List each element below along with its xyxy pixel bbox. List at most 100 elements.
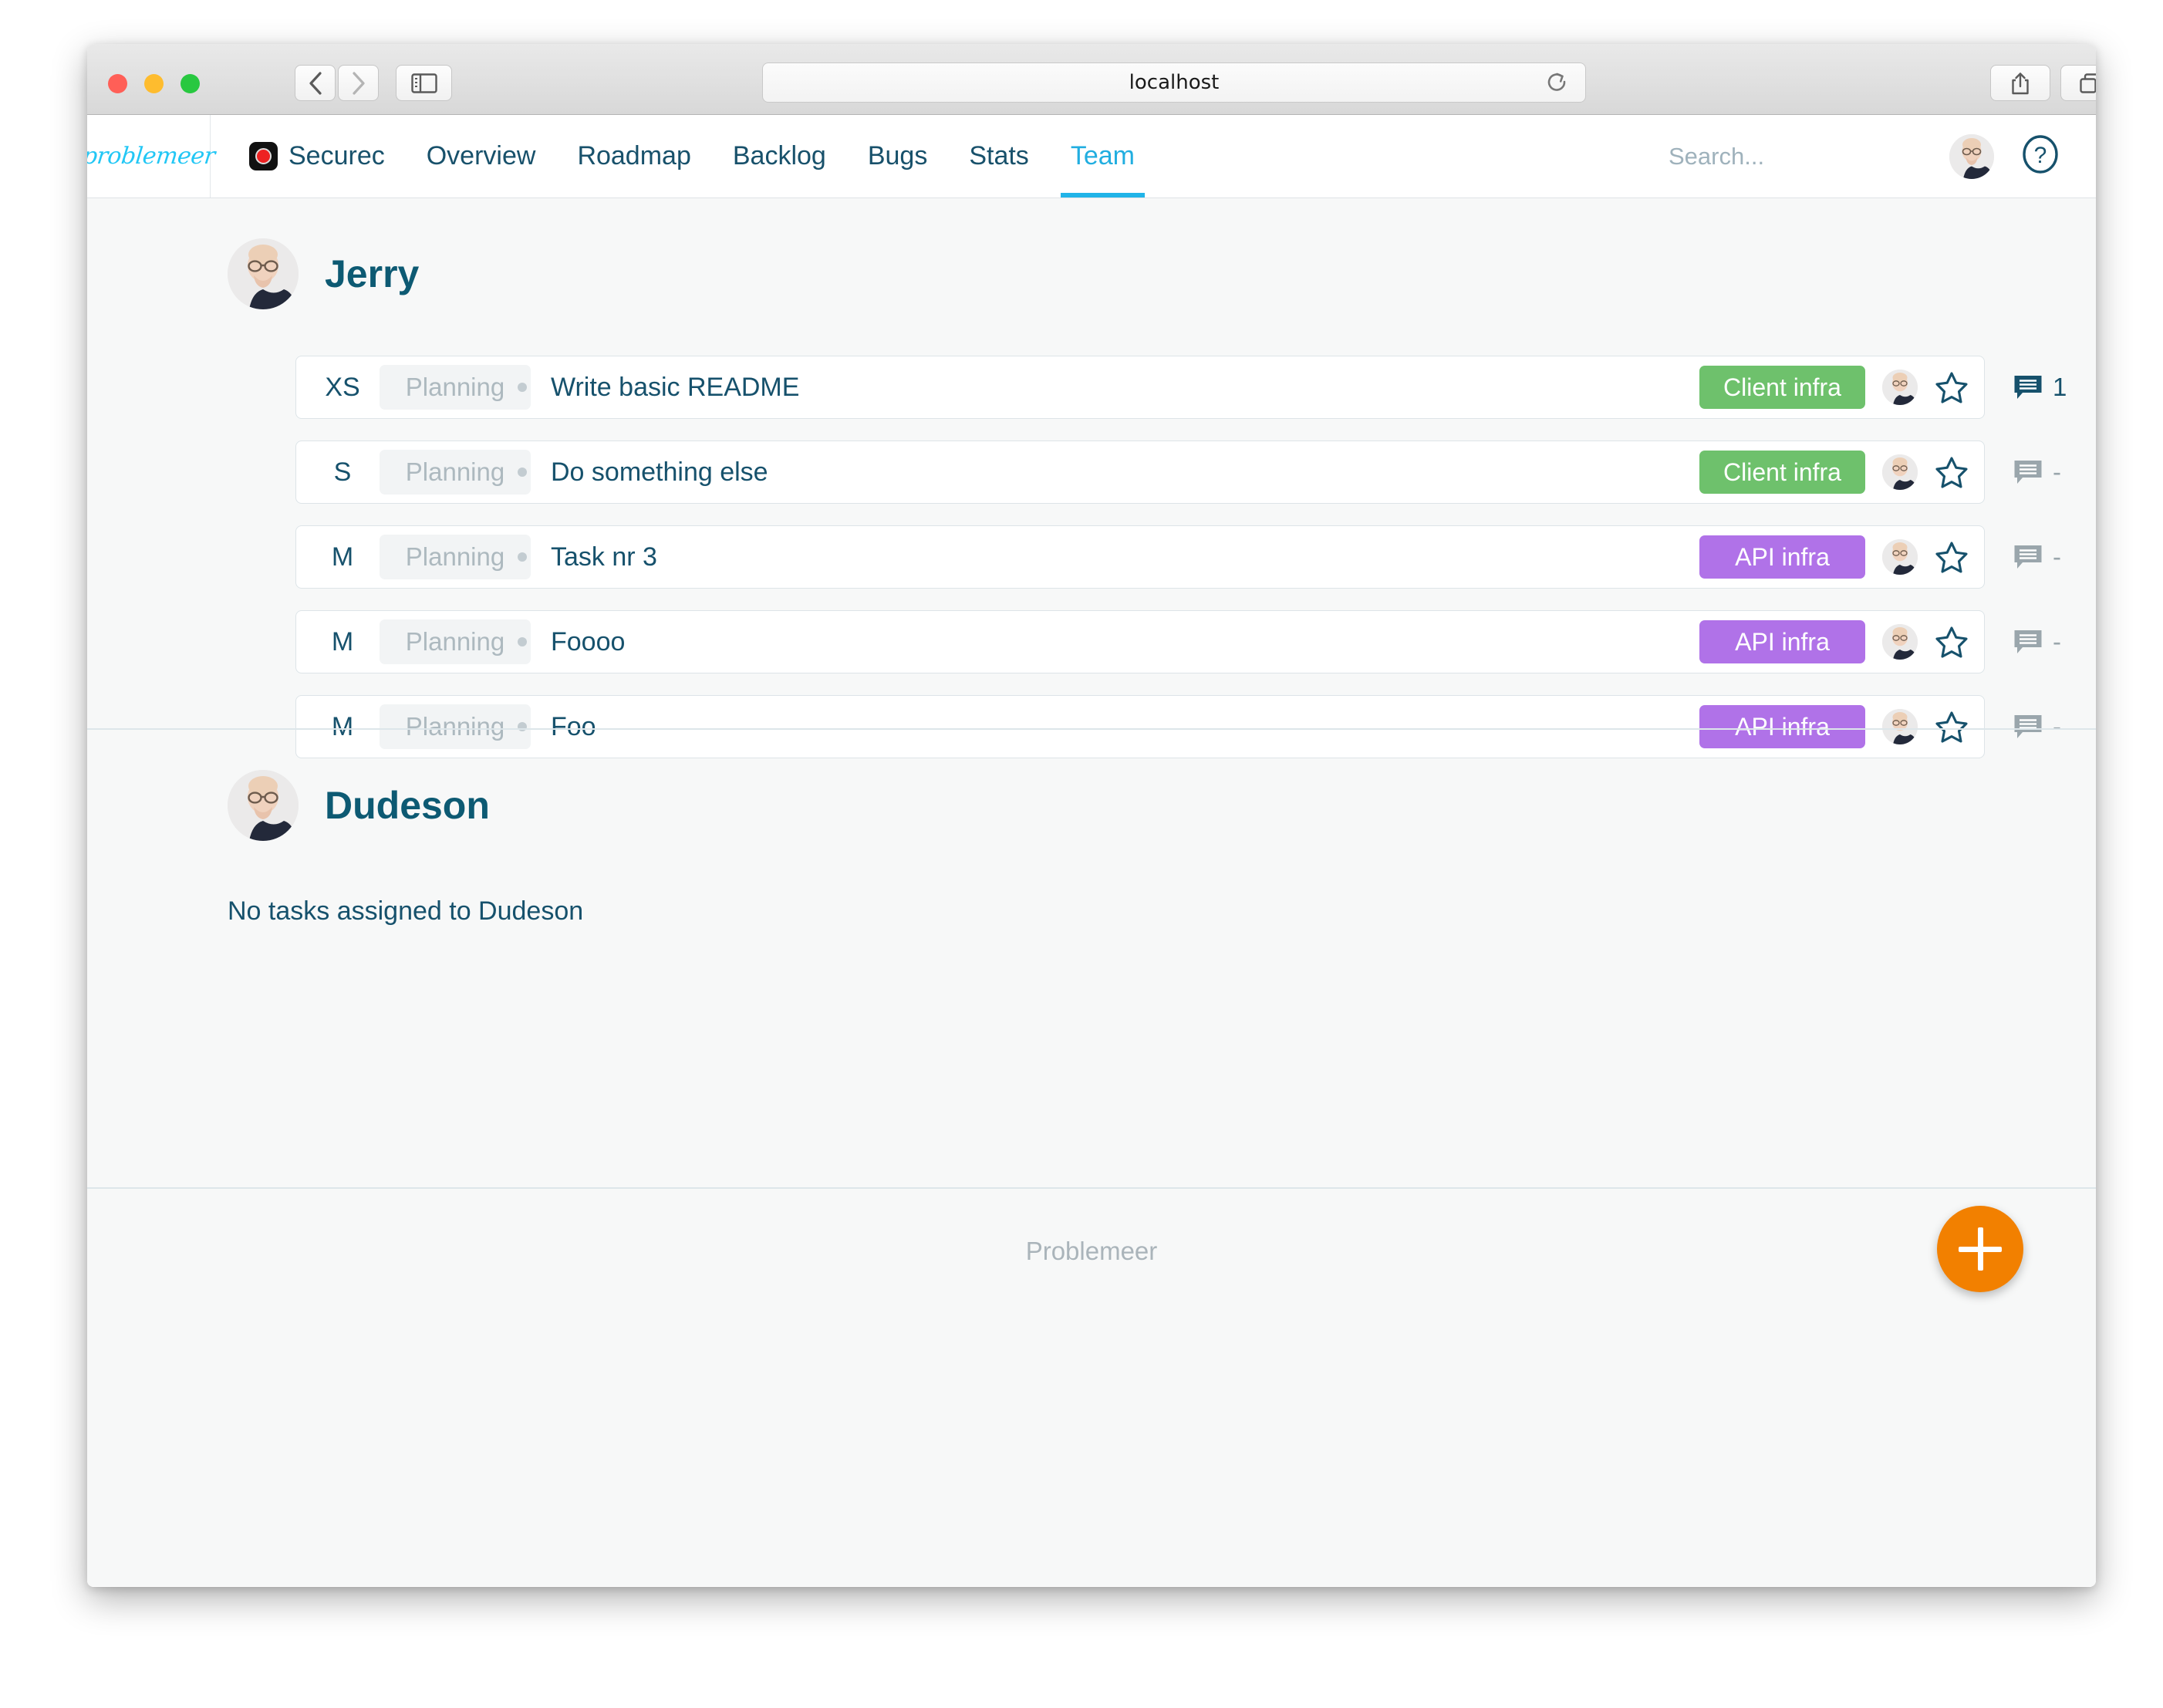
- search-input[interactable]: [1669, 142, 1923, 170]
- nav-item-team[interactable]: Team: [1050, 115, 1156, 197]
- task-star-button[interactable]: [1935, 455, 1969, 489]
- share-button[interactable]: [1990, 65, 2050, 101]
- back-button[interactable]: [295, 65, 336, 101]
- window-controls: [108, 74, 200, 93]
- nav-item-backlog[interactable]: Backlog: [712, 115, 847, 197]
- brand-logo[interactable]: problemeer: [87, 115, 216, 197]
- help-circle-icon: ?: [2023, 135, 2058, 174]
- task-size: M: [331, 542, 354, 572]
- avatar-photo-icon: [228, 238, 299, 309]
- task-tag[interactable]: API infra: [1699, 620, 1865, 663]
- star-icon: [1935, 457, 1968, 488]
- task-row[interactable]: S Planning Do something else Client infr…: [87, 430, 2096, 515]
- task-bullet-icon: [518, 383, 527, 392]
- star-icon: [1935, 542, 1968, 573]
- help-button[interactable]: ?: [2020, 134, 2060, 178]
- task-tag[interactable]: Client infra: [1699, 366, 1865, 409]
- task-title: Task nr 3: [551, 542, 657, 572]
- task-assignee-avatar[interactable]: [1882, 370, 1918, 405]
- task-card[interactable]: M Planning Foooo API infra: [295, 610, 1985, 673]
- nav-item-bugs[interactable]: Bugs: [847, 115, 949, 197]
- url-text: localhost: [1129, 71, 1220, 94]
- comment-icon: [2014, 461, 2042, 484]
- task-comment-count: -: [2053, 627, 2061, 656]
- team-section-jerry: Jerry XS Planning Write basic README Cli…: [87, 198, 2096, 758]
- task-bullet-icon: [518, 637, 527, 646]
- nav-item-roadmap[interactable]: Roadmap: [556, 115, 711, 197]
- brand-logo-text: problemeer: [87, 143, 217, 170]
- task-title: Write basic README: [551, 372, 800, 402]
- task-tag[interactable]: Client infra: [1699, 451, 1865, 494]
- user-avatar[interactable]: [1949, 133, 1994, 179]
- reload-icon: [1547, 73, 1566, 91]
- task-row[interactable]: M Planning Task nr 3 API infra -: [87, 515, 2096, 599]
- avatar-photo-icon: [1882, 370, 1918, 405]
- avatar-photo-icon: [1882, 539, 1918, 575]
- star-icon: [1935, 626, 1968, 658]
- task-star-button[interactable]: [1935, 540, 1969, 574]
- person-name: Dudeson: [325, 784, 490, 827]
- nav-item-bugs-label: Bugs: [867, 141, 928, 170]
- task-comments[interactable]: -: [2013, 627, 2096, 657]
- task-comments[interactable]: -: [2013, 457, 2096, 487]
- task-star-button[interactable]: [1935, 625, 1969, 659]
- nav-item-team-label: Team: [1070, 141, 1135, 170]
- address-bar[interactable]: localhost: [762, 62, 1586, 103]
- tab-overview-icon: [2080, 73, 2096, 93]
- comment-icon: [2014, 545, 2042, 569]
- empty-state-message: No tasks assigned to Dudeson: [228, 896, 584, 926]
- browser-window: localhost problemeer Securec Overview Ro…: [87, 44, 2096, 1587]
- person-avatar[interactable]: [228, 770, 299, 841]
- task-assignee-avatar[interactable]: [1882, 539, 1918, 575]
- task-status[interactable]: Planning: [380, 535, 531, 579]
- forward-chevron-icon: [352, 71, 365, 95]
- reload-button[interactable]: [1547, 72, 1568, 99]
- avatar-photo-icon: [228, 770, 299, 841]
- task-card[interactable]: XS Planning Write basic README Client in…: [295, 356, 1985, 419]
- task-comment-count: -: [2053, 457, 2061, 486]
- task-status[interactable]: Planning: [380, 619, 531, 664]
- task-comments[interactable]: 1: [2013, 373, 2096, 402]
- close-window-button[interactable]: [108, 74, 127, 93]
- task-bullet-icon: [518, 552, 527, 562]
- app-footer: Problemeer: [87, 1187, 2096, 1357]
- task-assignee-avatar[interactable]: [1882, 454, 1918, 490]
- comment-icon: [2014, 376, 2042, 399]
- main-nav: Securec Overview Roadmap Backlog Bugs St…: [211, 115, 1156, 197]
- task-tag[interactable]: API infra: [1699, 535, 1865, 579]
- header-actions: ?: [1669, 115, 2096, 197]
- task-row[interactable]: M Planning Foooo API infra -: [87, 599, 2096, 684]
- task-card[interactable]: S Planning Do something else Client infr…: [295, 441, 1985, 504]
- forward-button[interactable]: [338, 65, 379, 101]
- task-comments[interactable]: -: [2013, 542, 2096, 572]
- share-icon: [2012, 72, 2029, 94]
- maximize-window-button[interactable]: [181, 74, 200, 93]
- task-star-button[interactable]: [1935, 370, 1969, 404]
- nav-item-stats[interactable]: Stats: [948, 115, 1049, 197]
- task-size: XS: [325, 372, 360, 402]
- sidebar-toggle-button[interactable]: [396, 65, 452, 101]
- task-card[interactable]: M Planning Task nr 3 API infra: [295, 525, 1985, 589]
- nav-item-backlog-label: Backlog: [732, 141, 826, 170]
- avatar-photo-icon: [1882, 454, 1918, 490]
- team-section-dudeson: Dudeson No tasks assigned to Dudeson: [87, 728, 2096, 1187]
- avatar-photo-icon: [1882, 624, 1918, 660]
- task-row[interactable]: XS Planning Write basic README Client in…: [87, 345, 2096, 430]
- nav-item-project[interactable]: Securec: [240, 115, 406, 197]
- task-comment-count: -: [2053, 542, 2061, 571]
- avatar-photo-icon: [1949, 133, 1994, 179]
- record-icon: [249, 142, 278, 170]
- star-icon: [1935, 372, 1968, 403]
- task-status[interactable]: Planning: [380, 365, 531, 410]
- back-chevron-icon: [309, 71, 322, 95]
- task-size: S: [333, 457, 352, 487]
- task-assignee-avatar[interactable]: [1882, 624, 1918, 660]
- nav-item-overview[interactable]: Overview: [406, 115, 557, 197]
- add-task-button[interactable]: [1937, 1206, 2023, 1292]
- person-avatar[interactable]: [228, 238, 299, 309]
- person-name: Jerry: [325, 252, 420, 295]
- tab-overview-button[interactable]: [2060, 65, 2096, 101]
- task-status[interactable]: Planning: [380, 450, 531, 495]
- task-bullet-icon: [518, 468, 527, 477]
- minimize-window-button[interactable]: [144, 74, 164, 93]
